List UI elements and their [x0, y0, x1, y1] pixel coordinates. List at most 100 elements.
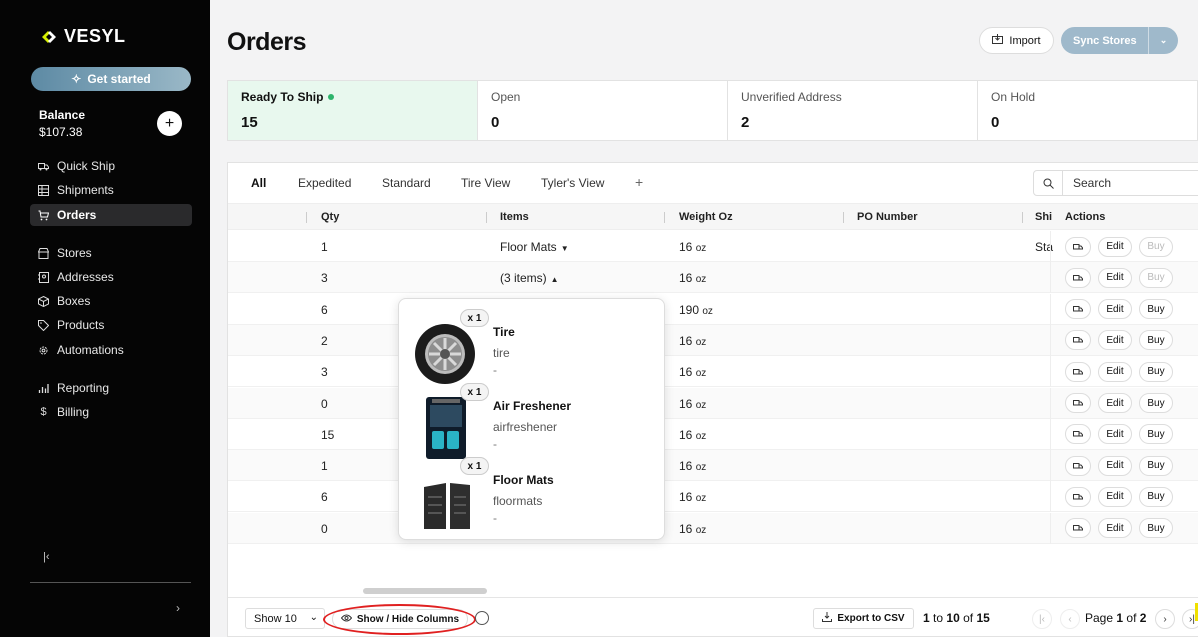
- prev-page-button[interactable]: ‹: [1060, 609, 1080, 629]
- sidebar-item-label: Stores: [57, 246, 92, 260]
- highlight-annotation: [323, 604, 476, 635]
- weight-value: 16: [679, 490, 693, 505]
- ship-icon[interactable]: [1065, 455, 1091, 476]
- table-row[interactable]: 3 16 oz Edit Buy: [228, 356, 1198, 388]
- ship-icon[interactable]: [1065, 393, 1091, 413]
- chevron-down-icon[interactable]: ⌄: [1148, 27, 1178, 54]
- sidebar-item-stores[interactable]: Stores: [30, 242, 192, 264]
- table-row[interactable]: 0 16 oz Edit Buy: [228, 512, 1198, 544]
- import-button[interactable]: Import: [979, 27, 1054, 54]
- buy-button[interactable]: Buy: [1139, 393, 1173, 413]
- table-row[interactable]: 6 190 oz Edit Buy: [228, 293, 1198, 325]
- tab-tire-view[interactable]: Tire View: [461, 176, 510, 190]
- buy-button[interactable]: Buy: [1139, 518, 1173, 539]
- ship-icon[interactable]: [1065, 518, 1091, 539]
- chevron-right-icon[interactable]: ›: [176, 601, 180, 615]
- buy-button[interactable]: Buy: [1139, 236, 1173, 257]
- quantity-badge: x 1: [460, 457, 489, 475]
- edit-button[interactable]: Edit: [1098, 518, 1132, 539]
- popover-item-tire[interactable]: x 1 Tire tire -: [399, 309, 666, 384]
- tab-standard[interactable]: Standard: [382, 176, 431, 190]
- ship-icon[interactable]: [1065, 299, 1091, 320]
- column-header-ship[interactable]: Shi: [1035, 211, 1052, 223]
- add-funds-button[interactable]: +: [157, 111, 182, 136]
- status-card-unverified-address[interactable]: Unverified Address 2: [728, 81, 978, 140]
- edit-button[interactable]: Edit: [1098, 267, 1132, 288]
- sidebar-item-billing[interactable]: $ Billing: [30, 401, 192, 423]
- popover-item-floor-mats[interactable]: x 1 Floor Mats floormats -: [399, 457, 666, 529]
- buy-button[interactable]: Buy: [1139, 267, 1173, 288]
- column-header-qty[interactable]: Qty: [321, 211, 339, 223]
- tab-all[interactable]: All: [251, 176, 266, 190]
- items-cell[interactable]: Floor Mats ▼: [500, 240, 569, 254]
- sidebar-item-products[interactable]: Products: [30, 314, 192, 336]
- search-input[interactable]: [1063, 170, 1198, 196]
- edit-button[interactable]: Edit: [1098, 424, 1132, 445]
- column-header-items[interactable]: Items: [500, 211, 529, 223]
- add-view-button[interactable]: +: [635, 174, 643, 190]
- table-row[interactable]: 0 16 oz Edit Buy: [228, 387, 1198, 419]
- edit-button[interactable]: Edit: [1098, 299, 1132, 320]
- items-cell[interactable]: (3 items) ▲: [500, 271, 559, 285]
- sidebar-item-quick-ship[interactable]: Quick Ship: [30, 155, 192, 177]
- table-row[interactable]: 15 16 oz Edit Buy: [228, 418, 1198, 450]
- tab-tylers-view[interactable]: Tyler's View: [541, 176, 604, 190]
- ship-icon[interactable]: [1065, 236, 1091, 257]
- sidebar-item-boxes[interactable]: Boxes: [30, 290, 192, 312]
- import-label: Import: [1009, 34, 1041, 47]
- caret-up-icon[interactable]: ▲: [551, 275, 559, 284]
- table-row[interactable]: 6 16 oz Edit Buy: [228, 481, 1198, 513]
- sidebar-item-orders[interactable]: Orders: [30, 204, 192, 226]
- ship-icon[interactable]: [1065, 486, 1091, 507]
- export-csv-button[interactable]: Export to CSV: [813, 608, 914, 629]
- edit-button[interactable]: Edit: [1098, 455, 1132, 476]
- weight-value: 16: [679, 271, 693, 286]
- tab-expedited[interactable]: Expedited: [298, 176, 351, 190]
- ship-icon[interactable]: [1065, 424, 1091, 445]
- ship-icon[interactable]: [1065, 361, 1091, 382]
- get-started-button[interactable]: ✧ Get started: [31, 67, 191, 91]
- column-header-po-number[interactable]: PO Number: [857, 211, 918, 223]
- sidebar-item-shipments[interactable]: Shipments: [30, 179, 192, 201]
- table-row[interactable]: 1 16 oz Edit Buy: [228, 450, 1198, 482]
- sync-stores-button[interactable]: Sync Stores ⌄: [1061, 27, 1178, 54]
- table-row[interactable]: 2 16 oz Edit Buy: [228, 324, 1198, 356]
- search-icon[interactable]: [1033, 170, 1063, 196]
- edit-button[interactable]: Edit: [1098, 236, 1132, 257]
- status-card-ready-to-ship[interactable]: Ready To Ship 15: [228, 81, 478, 140]
- column-header-weight[interactable]: Weight Oz: [679, 211, 733, 223]
- next-page-button[interactable]: ›: [1155, 609, 1175, 629]
- pagination-range: 1 to 10 of 15: [923, 611, 990, 625]
- sidebar-item-automations[interactable]: Automations: [30, 339, 192, 361]
- ship-icon[interactable]: [1065, 267, 1091, 288]
- qty-cell: 1: [321, 459, 328, 474]
- refresh-icon[interactable]: [475, 611, 489, 625]
- sidebar-item-addresses[interactable]: Addresses: [30, 266, 192, 288]
- edit-button[interactable]: Edit: [1098, 393, 1132, 413]
- status-card-open[interactable]: Open 0: [478, 81, 728, 140]
- edit-button[interactable]: Edit: [1098, 361, 1132, 382]
- buy-button[interactable]: Buy: [1139, 455, 1173, 476]
- tire-image: [412, 321, 478, 387]
- brand-logo[interactable]: VESYL: [40, 26, 126, 47]
- buy-button[interactable]: Buy: [1139, 361, 1173, 382]
- horizontal-scrollbar[interactable]: [363, 588, 487, 594]
- edit-button[interactable]: Edit: [1098, 330, 1132, 351]
- collapse-sidebar-button[interactable]: |‹: [43, 551, 50, 563]
- caret-down-icon[interactable]: ▼: [561, 244, 569, 253]
- sidebar-item-label: Quick Ship: [57, 159, 116, 173]
- status-card-on-hold[interactable]: On Hold 0: [978, 81, 1198, 140]
- buy-button[interactable]: Buy: [1139, 486, 1173, 507]
- first-page-button[interactable]: |‹: [1032, 609, 1052, 629]
- weight-value: 190: [679, 302, 700, 317]
- buy-button[interactable]: Buy: [1139, 330, 1173, 351]
- table-row[interactable]: 1 Floor Mats ▼ 16 oz Sta Edit Buy: [228, 231, 1198, 262]
- buy-button[interactable]: Buy: [1139, 299, 1173, 320]
- buy-button[interactable]: Buy: [1139, 424, 1173, 445]
- popover-item-air-freshener[interactable]: x 1 Air Freshener airfreshener -: [399, 383, 666, 459]
- table-row[interactable]: 3 (3 items) ▲ 16 oz Edit Buy: [228, 262, 1198, 294]
- edit-button[interactable]: Edit: [1098, 486, 1132, 507]
- page-size-select[interactable]: Show 10 ⌄: [245, 608, 325, 629]
- ship-icon[interactable]: [1065, 330, 1091, 351]
- sidebar-item-reporting[interactable]: Reporting: [30, 377, 192, 399]
